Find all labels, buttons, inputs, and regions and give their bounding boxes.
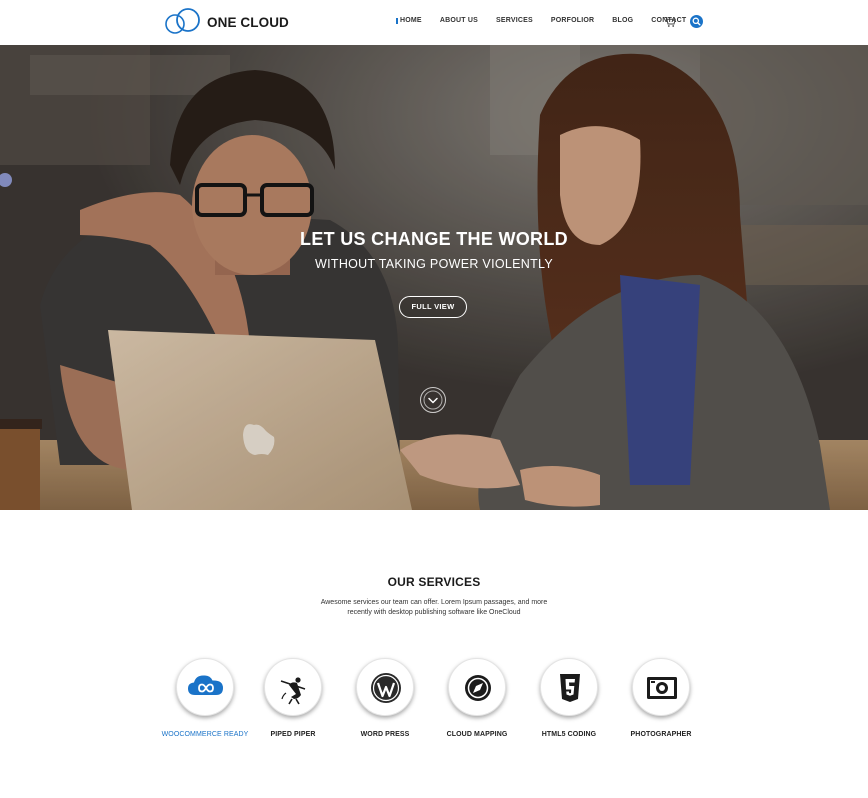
- services-description: Awesome services our team can offer. Lor…: [320, 599, 548, 616]
- service-icon-circle: [448, 658, 506, 716]
- nav-about-label: ABOUT US: [439, 17, 478, 24]
- service-photographer[interactable]: PHOTOGRAPHER: [616, 658, 706, 738]
- nav-portfolio[interactable]: PORFOLIOR: [551, 17, 594, 24]
- service-icon-circle: [176, 658, 234, 716]
- nav-portfolio-label: PORFOLIOR: [550, 17, 595, 24]
- html5-icon: [560, 674, 580, 702]
- nav-about-us[interactable]: ABOUT US: [440, 17, 478, 24]
- logo-text: ONE CLOUD: [207, 14, 289, 30]
- service-icon-circle: [632, 658, 690, 716]
- site-header: ONE CLOUD HOME ABOUT US SERVICES PORFOLI…: [0, 0, 868, 45]
- service-word-press[interactable]: WORD PRESS: [340, 658, 430, 738]
- search-button[interactable]: [690, 15, 703, 28]
- nav-services-label: SERVICES: [495, 17, 533, 24]
- double-ring-logo-icon: [165, 7, 207, 37]
- service-cloud-mapping[interactable]: CLOUD MAPPING: [432, 658, 522, 738]
- service-icon-circle: [540, 658, 598, 716]
- service-label: PIPED PIPER: [270, 731, 316, 738]
- logo[interactable]: ONE CLOUD: [165, 7, 289, 37]
- service-icon-circle: [264, 658, 322, 716]
- service-icon-circle: [356, 658, 414, 716]
- service-label: WOOCOMMERCE READY: [161, 731, 249, 738]
- cart-icon[interactable]: [664, 15, 676, 27]
- service-piped-piper[interactable]: PIPED PIPER: [248, 658, 338, 738]
- nav-home[interactable]: HOME: [396, 17, 422, 24]
- piper-icon: [280, 677, 306, 705]
- hero-photo: [0, 45, 868, 510]
- hero-title: LET US CHANGE THE WORLD: [300, 229, 568, 249]
- hero-subtitle: WITHOUT TAKING POWER VIOLENTLY: [315, 257, 553, 271]
- cloud-infinity-icon: [188, 675, 223, 695]
- service-label: CLOUD MAPPING: [446, 731, 508, 738]
- active-marker: [396, 17, 398, 24]
- full-view-button[interactable]: FULL VIEW: [399, 296, 467, 318]
- service-label: WORD PRESS: [360, 731, 410, 738]
- service-label: PHOTOGRAPHER: [630, 731, 692, 738]
- nav-blog[interactable]: BLOG: [612, 17, 633, 24]
- nav-services[interactable]: SERVICES: [496, 17, 533, 24]
- camera-icon: [647, 677, 677, 699]
- service-woocommerce[interactable]: WOOCOMMERCE READY: [160, 658, 250, 738]
- nav-blog-label: BLOG: [612, 17, 634, 24]
- service-html5-coding[interactable]: HTML5 CODING: [524, 658, 614, 738]
- scroll-down-button[interactable]: [420, 387, 446, 413]
- main-nav: HOME ABOUT US SERVICES PORFOLIOR BLOG CO…: [396, 17, 704, 24]
- compass-icon: [465, 675, 491, 701]
- hero-banner: LET US CHANGE THE WORLD WITHOUT TAKING P…: [0, 45, 868, 510]
- chevron-down-icon: [423, 390, 443, 410]
- nav-home-label: HOME: [400, 17, 422, 24]
- wordpress-icon: [371, 673, 401, 703]
- service-label: HTML5 CODING: [541, 731, 597, 738]
- services-title: OUR SERVICES: [387, 575, 481, 589]
- search-icon: [692, 17, 701, 26]
